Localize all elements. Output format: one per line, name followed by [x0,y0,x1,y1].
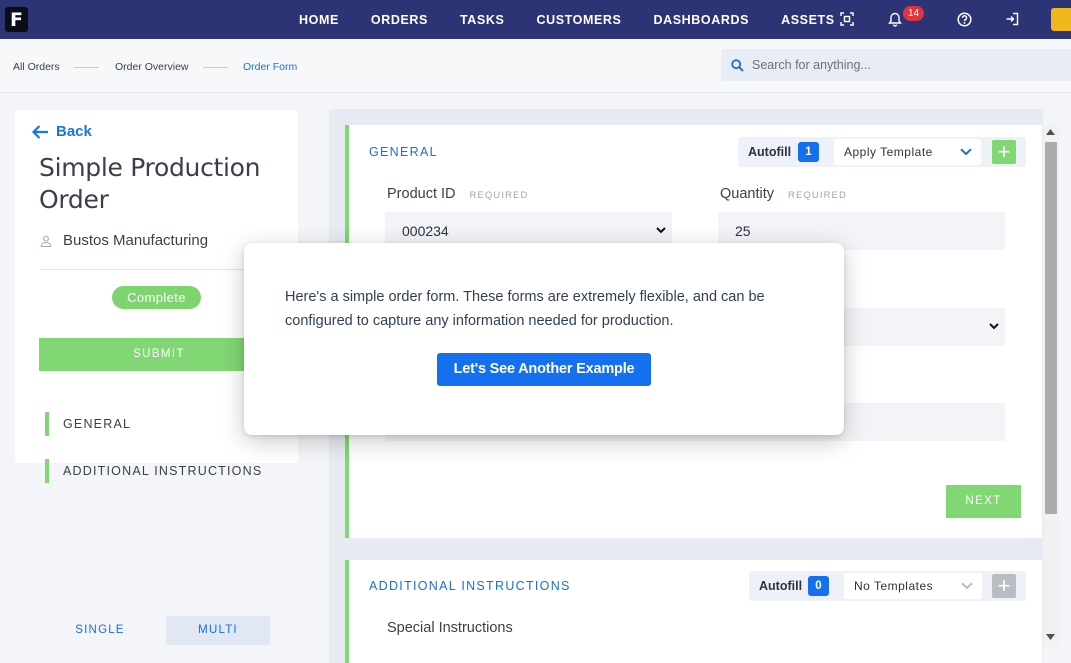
back-button[interactable]: Back [31,123,92,140]
company-name: Bustos Manufacturing [63,232,209,249]
general-section-title: GENERAL [369,145,438,159]
breadcrumb-divider [203,67,228,68]
app-logo[interactable]: F [5,7,28,32]
product-id-label: Product ID REQUIRED [387,186,528,202]
submit-button[interactable]: SUBMIT [39,338,279,371]
user-icon [40,235,52,247]
section-indicator [45,459,49,483]
breadcrumb-all-orders[interactable]: All Orders [13,61,60,73]
global-search [721,49,1071,81]
chevron-down-icon [960,148,972,156]
quantity-value: 25 [735,223,751,239]
status-badge: Complete [112,286,201,309]
section-indicator [45,412,49,436]
nav-link-dashboards[interactable]: DASHBOARDS [653,13,749,27]
template-select-value: Apply Template [844,145,933,159]
scan-icon[interactable] [838,10,856,28]
section-nav-label: GENERAL [63,417,132,431]
nav-link-tasks[interactable]: TASKS [460,13,504,27]
modal-message: Here's a simple order form. These forms … [285,289,765,329]
view-toggle-single[interactable]: SINGLE [60,616,140,645]
next-example-button[interactable]: Let's See Another Example [437,353,651,386]
help-icon[interactable] [955,10,973,28]
autofill-label: Autofill [748,145,792,159]
nav-link-customers[interactable]: CUSTOMERS [536,13,621,27]
breadcrumb-divider [74,67,99,68]
top-navigation-bar: F HOME ORDERS TASKS CUSTOMERS DASHBOARDS… [0,0,1071,39]
special-instructions-label: Special Instructions [387,620,513,636]
autofill-count[interactable]: 0 [808,576,829,596]
section-nav-label: ADDITIONAL INSTRUCTIONS [63,464,263,478]
back-label: Back [56,123,92,140]
chevron-down-icon [961,582,973,590]
scroll-down-icon[interactable] [1046,634,1055,640]
autofill-count[interactable]: 1 [798,142,819,162]
chevron-down-icon [989,323,999,330]
scrollbar-thumb[interactable] [1045,142,1057,514]
next-button[interactable]: NEXT [946,485,1021,518]
order-title: Simple Production Order [39,153,261,214]
breadcrumb-order-overview[interactable]: Order Overview [115,61,189,73]
nav-link-assets[interactable]: ASSETS [781,13,835,27]
apply-template-select[interactable]: Apply Template [834,139,981,165]
nav-link-home[interactable]: HOME [299,13,339,27]
add-template-button-disabled[interactable]: + [992,574,1016,598]
quantity-label-text: Quantity [720,186,774,202]
chevron-down-icon [656,227,666,234]
required-tag: REQUIRED [788,190,847,201]
required-tag: REQUIRED [469,190,529,201]
autofill-label: Autofill [759,579,803,593]
product-id-value: 000234 [402,223,449,239]
template-select-value: No Templates [854,579,934,593]
breadcrumb-order-form: Order Form [243,61,298,73]
nav-link-orders[interactable]: ORDERS [371,13,428,27]
section-nav-general[interactable]: GENERAL [45,412,131,436]
scroll-up-icon[interactable] [1046,129,1055,135]
onboarding-modal: Here's a simple order form. These forms … [244,243,844,435]
search-icon [731,59,744,72]
no-templates-select[interactable]: No Templates [844,573,982,599]
additional-section-title: ADDITIONAL INSTRUCTIONS [369,579,571,593]
search-input[interactable] [752,49,1052,81]
arrow-left-icon [31,124,48,139]
section-nav-additional-instructions[interactable]: ADDITIONAL INSTRUCTIONS [45,459,262,483]
notification-badge: 14 [903,6,925,21]
section-accent-bar [345,560,349,663]
add-template-button[interactable]: + [992,140,1016,164]
main-nav-links: HOME ORDERS TASKS CUSTOMERS DASHBOARDS A… [283,0,851,39]
user-menu-chip[interactable] [1051,8,1071,31]
breadcrumb-bar: All Orders Order Overview Order Form [0,39,1071,93]
product-id-label-text: Product ID [387,186,456,202]
bell-icon[interactable] [886,10,904,28]
view-toggle-multi[interactable]: MULTI [166,616,270,645]
logout-icon[interactable] [1003,10,1021,28]
quantity-label: Quantity REQUIRED [720,186,847,202]
order-company: Bustos Manufacturing [40,232,208,249]
